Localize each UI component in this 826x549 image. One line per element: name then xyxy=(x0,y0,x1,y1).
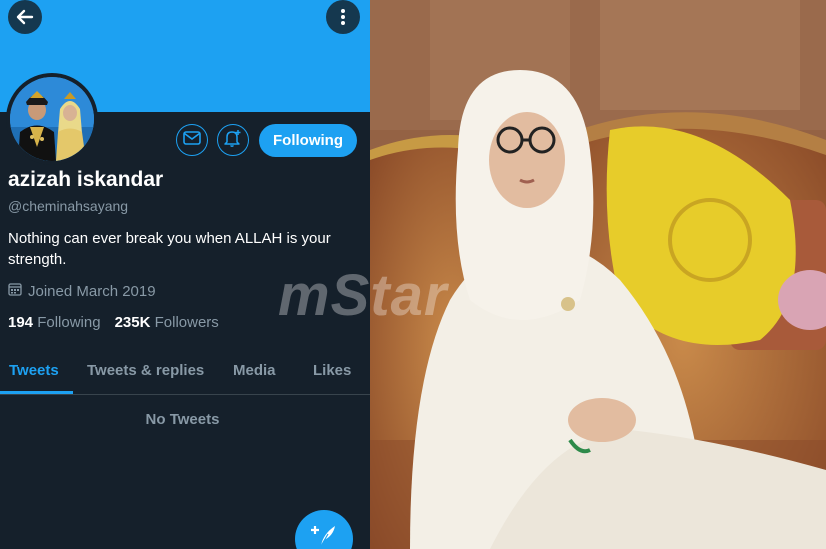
active-tab-indicator xyxy=(0,391,73,394)
profile-tabs: Tweets Tweets & replies Media Likes xyxy=(0,352,370,395)
notifications-button[interactable] xyxy=(217,124,249,156)
followers-link[interactable]: 235K Followers xyxy=(115,314,219,331)
envelope-icon xyxy=(183,130,201,150)
joined-date: Joined March 2019 xyxy=(8,282,156,300)
back-button[interactable] xyxy=(8,0,42,34)
following-link[interactable]: 194 Following xyxy=(8,314,101,331)
empty-state-text: No Tweets xyxy=(145,411,220,428)
tab-likes[interactable]: Likes xyxy=(313,362,351,379)
compose-tweet-button[interactable] xyxy=(295,510,353,549)
following-label: Following xyxy=(37,314,101,331)
follow-counts: 194 Following 235K Followers xyxy=(8,314,219,331)
following-button[interactable]: Following xyxy=(259,124,357,157)
feather-plus-icon xyxy=(309,510,339,549)
watermark-text: mStar xyxy=(278,263,448,328)
more-options-button[interactable] xyxy=(326,0,360,34)
tab-tweets-replies[interactable]: Tweets & replies xyxy=(87,362,204,379)
tab-tweets[interactable]: Tweets xyxy=(9,362,59,379)
joined-text: Joined March 2019 xyxy=(28,282,156,300)
more-vertical-icon xyxy=(333,7,353,27)
followers-count: 235K xyxy=(114,314,151,331)
message-button[interactable] xyxy=(176,124,208,156)
followers-label: Followers xyxy=(154,314,219,331)
following-count: 194 xyxy=(8,314,34,331)
display-name: azizah iskandar xyxy=(8,168,164,191)
calendar-icon xyxy=(8,282,28,300)
user-handle: @cheminahsayang xyxy=(8,198,129,214)
back-arrow-icon xyxy=(15,7,35,27)
tab-media[interactable]: Media xyxy=(233,362,276,379)
avatar[interactable] xyxy=(6,73,98,165)
bell-plus-icon xyxy=(223,129,243,152)
